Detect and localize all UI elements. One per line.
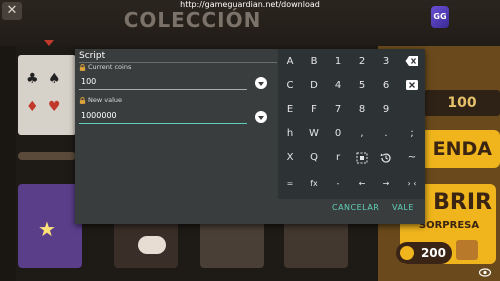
key-b[interactable]: B: [302, 51, 326, 73]
key-equals[interactable]: =: [278, 173, 302, 195]
key-right-arrow[interactable]: →: [374, 173, 398, 195]
current-coins-label: Current coins: [79, 63, 131, 71]
key-9[interactable]: 9: [374, 99, 398, 121]
card-suits-icon[interactable]: ♣ ♠ ♦ ♥: [18, 55, 76, 135]
key-r[interactable]: r: [326, 147, 350, 169]
chest-icon: [456, 240, 478, 260]
lock-icon: [79, 63, 86, 71]
key-6[interactable]: 6: [374, 75, 398, 97]
new-value-underline: [79, 123, 247, 124]
dialog-title: Script: [79, 51, 106, 61]
chevron-down-icon[interactable]: [255, 77, 267, 89]
progress-bar: [18, 152, 76, 160]
game-left-strip: [0, 46, 16, 281]
ok-button[interactable]: VALE: [392, 203, 414, 212]
new-value-input[interactable]: 1000000: [81, 111, 117, 120]
key-w[interactable]: W: [302, 123, 326, 145]
keypad: A B 1 2 3 C D 4 5 6 E F 7 8 9 h W 0 , . …: [278, 49, 425, 199]
key-1[interactable]: 1: [326, 51, 350, 73]
chevron-down-icon[interactable]: [255, 111, 267, 123]
key-minus[interactable]: -: [326, 173, 350, 195]
current-coins-underline: [79, 89, 247, 90]
open-button-label: BRIR: [433, 190, 492, 215]
key-x[interactable]: X: [278, 147, 302, 169]
lock-icon: [79, 96, 86, 104]
key-h[interactable]: h: [278, 123, 302, 145]
key-3[interactable]: 3: [374, 51, 398, 73]
price-label: 200: [420, 246, 446, 260]
field-label-text: Current coins: [88, 63, 132, 71]
key-q[interactable]: Q: [302, 147, 326, 169]
character-icon: [138, 236, 166, 254]
key-5[interactable]: 5: [350, 75, 374, 97]
key-f[interactable]: F: [302, 99, 326, 121]
key-semicolon[interactable]: ;: [400, 123, 424, 145]
key-0[interactable]: 0: [326, 123, 350, 145]
select-icon[interactable]: [350, 147, 374, 169]
key-c[interactable]: C: [278, 75, 302, 97]
clear-icon[interactable]: [400, 75, 424, 97]
key-a[interactable]: A: [278, 51, 302, 73]
game-title: COLECCIÓN: [123, 8, 262, 32]
key-8[interactable]: 8: [350, 99, 374, 121]
cancel-button[interactable]: CANCELAR: [332, 203, 379, 212]
gameguardian-icon[interactable]: GG: [431, 6, 449, 28]
backspace-icon[interactable]: [400, 51, 424, 73]
key-comma[interactable]: ,: [350, 123, 374, 145]
shop-button-label: ENDA: [432, 138, 492, 160]
key-e[interactable]: E: [278, 99, 302, 121]
field-label-text: New value: [88, 96, 122, 104]
key-2[interactable]: 2: [350, 51, 374, 73]
key-tilde[interactable]: ~: [400, 147, 424, 169]
new-value-label: New value: [79, 96, 122, 104]
key-fx[interactable]: fx: [302, 173, 326, 195]
eye-icon[interactable]: [479, 268, 491, 277]
key-left-arrow[interactable]: ←: [350, 173, 374, 195]
history-icon[interactable]: [374, 147, 398, 169]
key-d[interactable]: D: [302, 75, 326, 97]
arrow-down-icon: [44, 40, 54, 46]
key-4[interactable]: 4: [326, 75, 350, 97]
key-period[interactable]: .: [374, 123, 398, 145]
star-icon: ★: [38, 217, 56, 241]
current-coins-input[interactable]: 100: [81, 77, 96, 86]
coin-count: 100: [447, 95, 477, 111]
key-collapse[interactable]: › ‹: [400, 173, 424, 195]
key-7[interactable]: 7: [326, 99, 350, 121]
